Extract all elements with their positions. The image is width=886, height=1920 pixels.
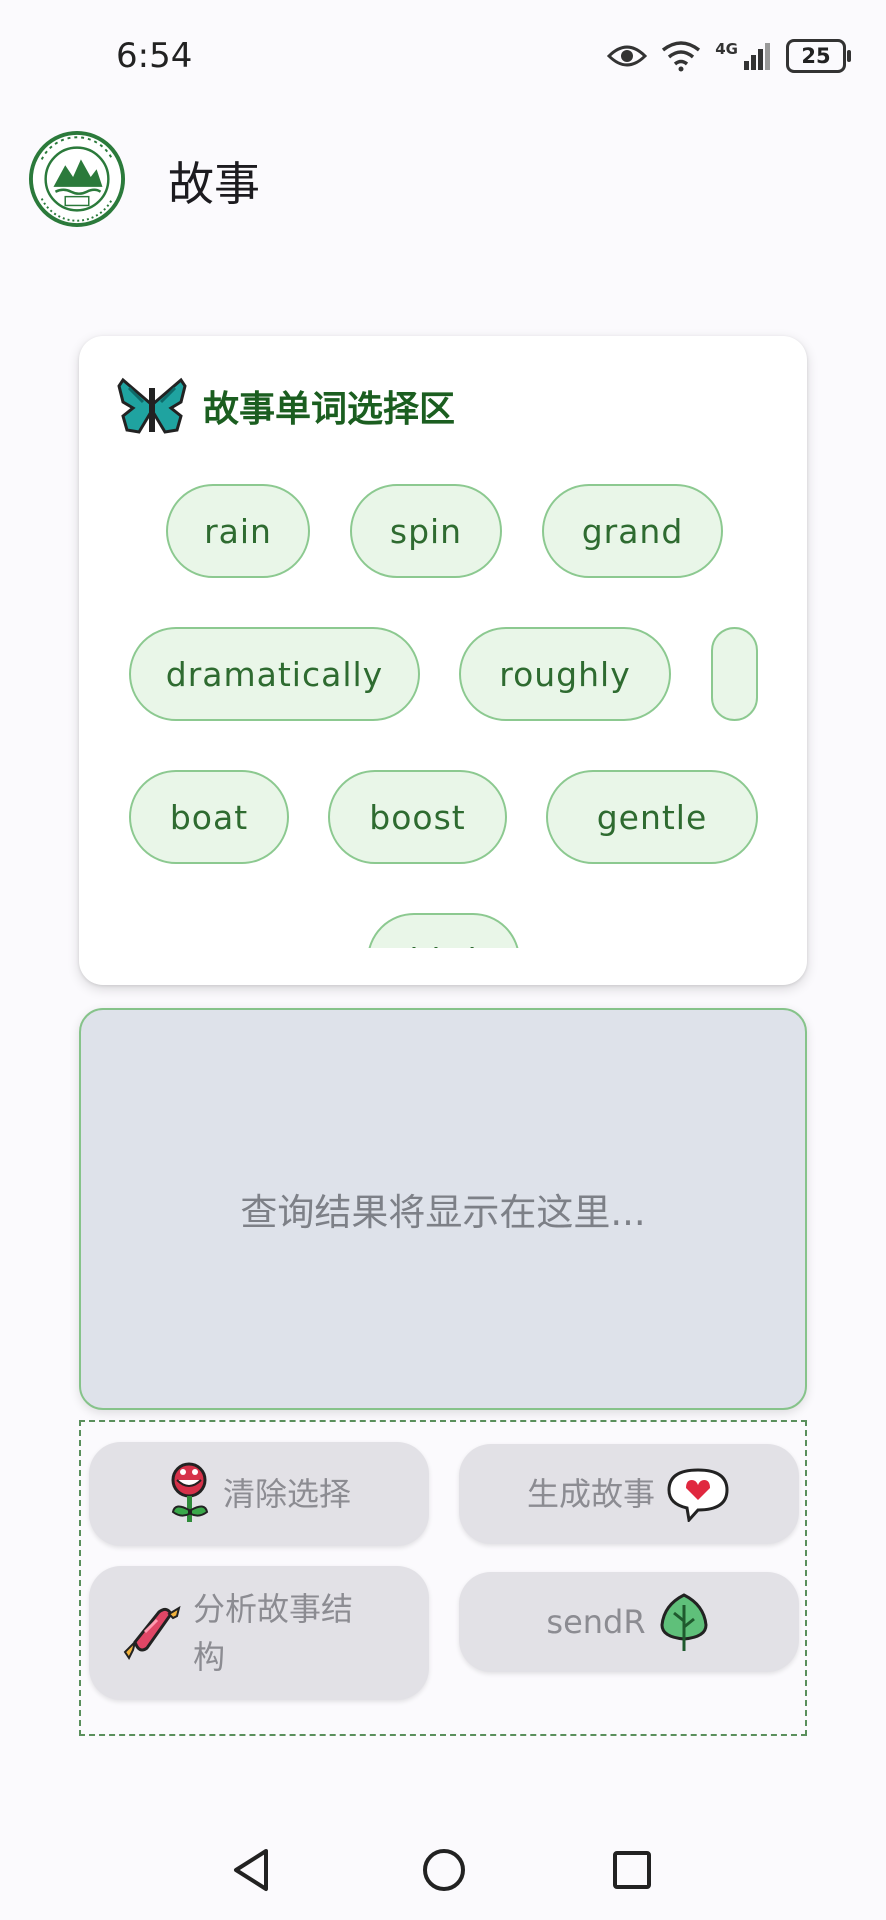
result-box: 查询结果将显示在这里... xyxy=(79,1008,807,1410)
app-bar: 故事 xyxy=(0,110,886,260)
system-nav-bar xyxy=(0,1820,886,1920)
eye-icon xyxy=(607,45,648,67)
word-chip[interactable]: boost xyxy=(328,770,507,864)
tree-icon xyxy=(660,1593,708,1651)
card-title: 故事单词选择区 xyxy=(203,389,456,430)
piranha-plant-icon xyxy=(171,1462,209,1522)
home-circle-icon xyxy=(423,1849,465,1891)
clear-selection-button[interactable]: 清除选择 xyxy=(89,1442,429,1546)
send-r-button[interactable]: sendR xyxy=(459,1572,799,1672)
generate-story-label: 生成故事 xyxy=(526,1475,655,1513)
clock: 6:54 xyxy=(116,36,193,76)
signal-icon xyxy=(744,43,770,70)
word-chip[interactable]: gentle xyxy=(546,770,758,864)
network-type: 4G xyxy=(715,40,738,58)
nav-home-button[interactable] xyxy=(416,1842,472,1898)
nav-back-button[interactable] xyxy=(224,1842,280,1898)
generate-story-button[interactable]: 生成故事 xyxy=(459,1444,799,1544)
status-icons: 4G 25 xyxy=(607,34,851,78)
clear-selection-label: 清除选择 xyxy=(222,1475,351,1513)
nav-recents-button[interactable] xyxy=(604,1842,660,1898)
heart-speech-bubble-icon xyxy=(667,1468,729,1522)
action-buttons-area: 清除选择 生成故事 分析故事结构 sendR xyxy=(79,1420,807,1736)
word-chip[interactable]: rain xyxy=(166,484,310,578)
word-chip[interactable]: grand xyxy=(542,484,723,578)
word-chip[interactable]: roughly xyxy=(459,627,671,721)
card-header: 故事单词选择区 xyxy=(117,376,455,436)
page-title: 故事 xyxy=(168,157,260,211)
result-placeholder: 查询结果将显示在这里... xyxy=(240,1191,646,1234)
word-selection-card: rain spin grand dramatically roughly boa… xyxy=(79,336,807,985)
wifi-icon xyxy=(662,41,701,72)
status-bar: 6:54 4G 25 xyxy=(0,0,886,110)
word-chip-empty[interactable] xyxy=(711,627,758,721)
recents-square-icon xyxy=(613,1851,651,1889)
word-chip[interactable]: dramatically xyxy=(129,627,420,721)
university-logo-icon xyxy=(28,130,126,228)
back-triangle-icon xyxy=(234,1849,268,1891)
word-chip[interactable]: spin xyxy=(350,484,502,578)
analyze-structure-button[interactable]: 分析故事结构 xyxy=(89,1566,429,1700)
send-r-label: sendR xyxy=(546,1603,646,1641)
word-chip[interactable]: boat xyxy=(129,770,289,864)
analyze-structure-label: 分析故事结构 xyxy=(193,1590,354,1676)
candy-icon xyxy=(123,1605,181,1660)
word-chip[interactable]: bird xyxy=(367,913,520,948)
battery-indicator: 25 xyxy=(786,39,851,73)
butterfly-icon xyxy=(117,377,187,434)
